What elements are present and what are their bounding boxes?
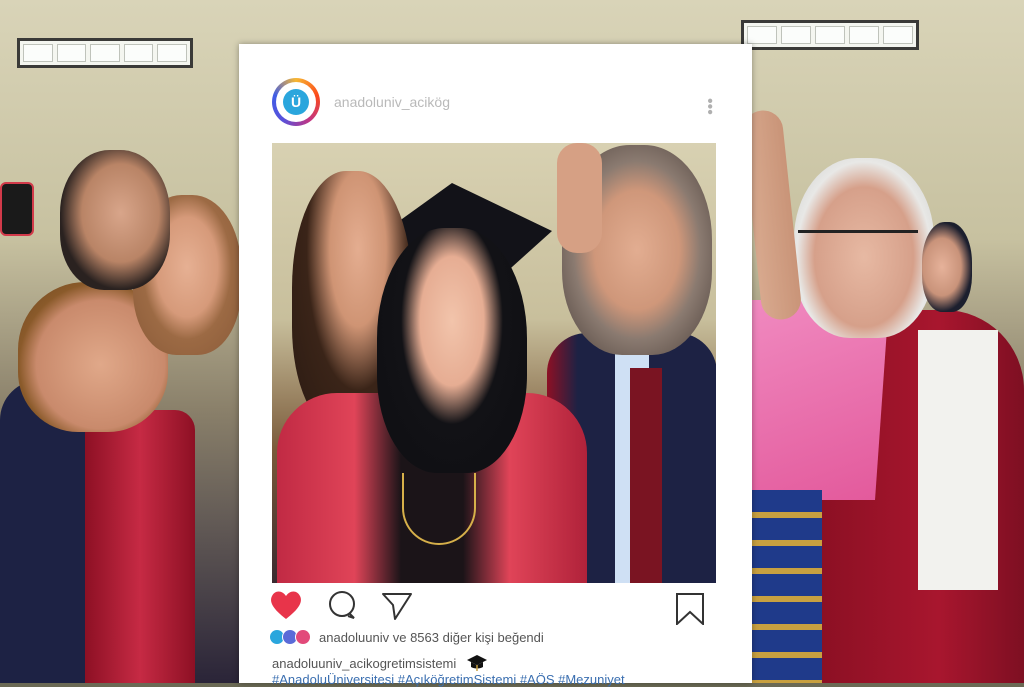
hashtags[interactable]: #AnadoluÜniversitesi #AçıköğretimSistemi… [272,672,722,687]
anadolu-university-logo: Ü [272,78,320,126]
liker-avatars [269,629,311,645]
bookmark-icon[interactable] [674,593,706,625]
woman-hijab-center [377,228,527,473]
more-icon: ••• [701,98,718,115]
graduation-cap-icon [467,655,488,671]
ceiling-light [17,38,193,68]
gold-necklace [402,473,476,545]
woman-hijab-right-face [922,222,972,312]
ceiling-light [741,20,919,50]
phone-in-hand [0,182,34,236]
professor-embroidered-stole [740,490,822,683]
professor-white-shirt [918,330,998,590]
post-actions [269,589,719,625]
caption-username[interactable]: anadoluuniv_acikogretimsistemi [272,656,456,671]
post-header: Ü anadoluniv_acikög ••• [239,44,752,144]
raised-hand [557,143,602,253]
instagram-photo-frame: Ü anadoluniv_acikög ••• anadoluuniv ve 8… [239,44,752,687]
likes-row: anadoluuniv ve 8563 diğer kişi beğendi [269,627,544,647]
likes-text: anadoluuniv ve 8563 diğer kişi beğendi [319,629,544,645]
professor-glasses [798,230,918,263]
graduate-left-red-stole [85,410,195,683]
heart-icon[interactable] [269,589,303,621]
man-burgundy-tie [630,368,662,583]
post-username: anadoluniv_acikög [334,94,450,110]
caption: anadoluuniv_acikogretimsistemi [272,654,488,672]
comment-icon[interactable] [327,590,357,620]
post-photo [272,143,716,583]
send-icon[interactable] [381,591,413,621]
man-bearded-left-face [60,150,170,290]
